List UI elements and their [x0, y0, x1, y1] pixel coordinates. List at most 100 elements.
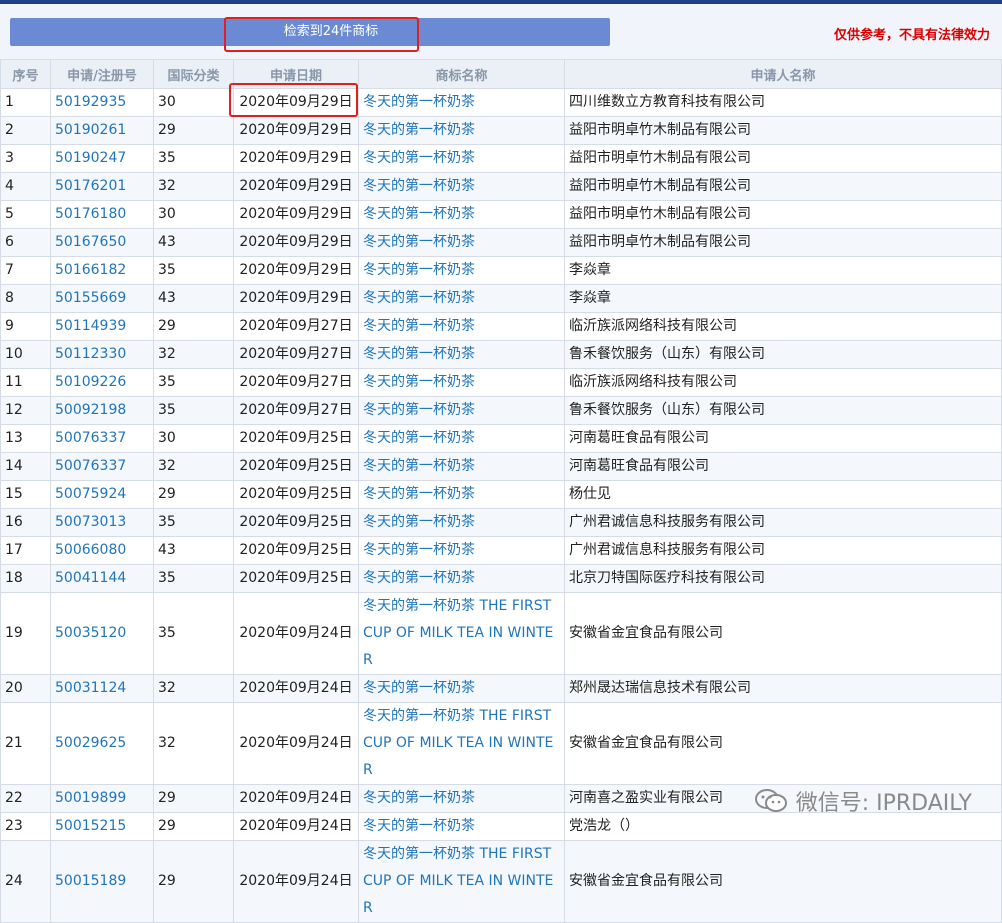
- cell-mark-link[interactable]: 冬天的第一杯奶茶: [358, 368, 565, 397]
- cell-class: 35: [153, 592, 234, 675]
- cell-no: 5: [0, 200, 51, 229]
- cell-no: 13: [0, 424, 51, 453]
- cell-reg-no-link[interactable]: 50176180: [50, 200, 154, 229]
- cell-no: 10: [0, 340, 51, 369]
- cell-reg-no-link[interactable]: 50019899: [50, 784, 154, 813]
- cell-mark-link[interactable]: 冬天的第一杯奶茶: [358, 116, 565, 145]
- cell-reg-no-link[interactable]: 50167650: [50, 228, 154, 257]
- table-row: 11 50109226 35 2020年09月27日 冬天的第一杯奶茶 临沂族派网络科技有…: [0, 368, 1002, 397]
- cell-date: 2020年09月25日: [233, 480, 359, 509]
- table-row: 12 50092198 35 2020年09月27日 冬天的第一杯奶茶 鲁禾餐饮服务（山东…: [0, 396, 1002, 425]
- wechat-icon: [754, 789, 787, 812]
- cell-mark-link[interactable]: 冬天的第一杯奶茶: [358, 284, 565, 313]
- cell-mark-link[interactable]: 冬天的第一杯奶茶: [358, 340, 565, 369]
- cell-mark-link[interactable]: 冬天的第一杯奶茶 THE FIRST CUP OF MILK TEA IN WI…: [358, 592, 565, 675]
- cell-class: 29: [153, 784, 234, 813]
- cell-applicant: 广州君诚信息科技服务有限公司: [564, 508, 1002, 537]
- cell-mark-link[interactable]: 冬天的第一杯奶茶: [358, 508, 565, 537]
- cell-reg-no-link[interactable]: 50066080: [50, 536, 154, 565]
- cell-no: 14: [0, 452, 51, 481]
- cell-reg-no-link[interactable]: 50109226: [50, 368, 154, 397]
- cell-class: 35: [153, 396, 234, 425]
- cell-date: 2020年09月24日: [233, 592, 359, 675]
- cell-reg-no-link[interactable]: 50155669: [50, 284, 154, 313]
- table-row: 3 50190247 35 2020年09月29日 冬天的第一杯奶茶 益阳市明卓竹木制品有…: [0, 144, 1002, 173]
- cell-reg-no-link[interactable]: 50076337: [50, 424, 154, 453]
- cell-mark-link[interactable]: 冬天的第一杯奶茶 THE FIRST CUP OF MILK TEA IN WI…: [358, 702, 565, 785]
- cell-reg-no-link[interactable]: 50114939: [50, 312, 154, 341]
- cell-reg-no-link[interactable]: 50041144: [50, 564, 154, 593]
- cell-applicant: 益阳市明卓竹木制品有限公司: [564, 144, 1002, 173]
- cell-date: 2020年09月25日: [233, 564, 359, 593]
- col-header-class: 国际分类: [153, 59, 234, 89]
- cell-applicant: 鲁禾餐饮服务（山东）有限公司: [564, 396, 1002, 425]
- cell-class: 32: [153, 674, 234, 703]
- table-row: 15 50075924 29 2020年09月25日 冬天的第一杯奶茶 杨仕见: [0, 480, 1002, 509]
- cell-mark-link[interactable]: 冬天的第一杯奶茶: [358, 144, 565, 173]
- table-header-row: 序号 申请/注册号 国际分类 申请日期 商标名称 申请人名称: [0, 59, 1002, 89]
- col-header-applicant: 申请人名称: [564, 59, 1002, 89]
- cell-no: 12: [0, 396, 51, 425]
- cell-mark-link[interactable]: 冬天的第一杯奶茶: [358, 396, 565, 425]
- cell-mark-link[interactable]: 冬天的第一杯奶茶: [358, 424, 565, 453]
- search-result-banner: 检索到24件商标: [10, 18, 610, 46]
- cell-reg-no-link[interactable]: 50176201: [50, 172, 154, 201]
- cell-mark-link[interactable]: 冬天的第一杯奶茶: [358, 452, 565, 481]
- cell-class: 32: [153, 172, 234, 201]
- cell-class: 30: [153, 424, 234, 453]
- cell-class: 32: [153, 452, 234, 481]
- table-row: 21 50029625 32 2020年09月24日 冬天的第一杯奶茶 THE FIRS…: [0, 702, 1002, 785]
- cell-reg-no-link[interactable]: 50092198: [50, 396, 154, 425]
- cell-class: 43: [153, 536, 234, 565]
- cell-reg-no-link[interactable]: 50031124: [50, 674, 154, 703]
- cell-reg-no-link[interactable]: 50166182: [50, 256, 154, 285]
- table-row: 7 50166182 35 2020年09月29日 冬天的第一杯奶茶 李焱章: [0, 256, 1002, 285]
- cell-mark-link[interactable]: 冬天的第一杯奶茶: [358, 200, 565, 229]
- cell-date: 2020年09月25日: [233, 508, 359, 537]
- cell-applicant: 杨仕见: [564, 480, 1002, 509]
- cell-reg-no-link[interactable]: 50015215: [50, 812, 154, 841]
- cell-mark-link[interactable]: 冬天的第一杯奶茶: [358, 674, 565, 703]
- cell-reg-no-link[interactable]: 50029625: [50, 702, 154, 785]
- cell-mark-link[interactable]: 冬天的第一杯奶茶: [358, 480, 565, 509]
- cell-no: 22: [0, 784, 51, 813]
- table-row: 10 50112330 32 2020年09月27日 冬天的第一杯奶茶 鲁禾餐饮服务（山东…: [0, 340, 1002, 369]
- cell-class: 32: [153, 702, 234, 785]
- cell-reg-no-link[interactable]: 50076337: [50, 452, 154, 481]
- table-row: 6 50167650 43 2020年09月29日 冬天的第一杯奶茶 益阳市明卓竹木制品有…: [0, 228, 1002, 257]
- cell-reg-no-link[interactable]: 50073013: [50, 508, 154, 537]
- cell-mark-link[interactable]: 冬天的第一杯奶茶: [358, 812, 565, 841]
- cell-reg-no-link[interactable]: 50192935: [50, 88, 154, 117]
- cell-mark-link[interactable]: 冬天的第一杯奶茶: [358, 88, 565, 117]
- cell-mark-link[interactable]: 冬天的第一杯奶茶: [358, 312, 565, 341]
- cell-reg-no-link[interactable]: 50190261: [50, 116, 154, 145]
- cell-applicant: 李焱章: [564, 284, 1002, 313]
- cell-mark-link[interactable]: 冬天的第一杯奶茶: [358, 256, 565, 285]
- cell-mark-link[interactable]: 冬天的第一杯奶茶: [358, 564, 565, 593]
- cell-mark-link[interactable]: 冬天的第一杯奶茶 THE FIRST CUP OF MILK TEA IN WI…: [358, 840, 565, 923]
- cell-reg-no-link[interactable]: 50190247: [50, 144, 154, 173]
- cell-applicant: 益阳市明卓竹木制品有限公司: [564, 116, 1002, 145]
- cell-no: 24: [0, 840, 51, 923]
- cell-no: 6: [0, 228, 51, 257]
- cell-class: 29: [153, 312, 234, 341]
- watermark-text: 微信号: IPRDAILY: [795, 791, 972, 816]
- cell-date: 2020年09月29日: [233, 228, 359, 257]
- cell-applicant: 广州君诚信息科技服务有限公司: [564, 536, 1002, 565]
- cell-mark-link[interactable]: 冬天的第一杯奶茶: [358, 784, 565, 813]
- cell-class: 35: [153, 256, 234, 285]
- cell-mark-link[interactable]: 冬天的第一杯奶茶: [358, 536, 565, 565]
- cell-reg-no-link[interactable]: 50015189: [50, 840, 154, 923]
- cell-mark-link[interactable]: 冬天的第一杯奶茶: [358, 172, 565, 201]
- cell-reg-no-link[interactable]: 50112330: [50, 340, 154, 369]
- cell-applicant: 安徽省金宜食品有限公司: [564, 702, 1002, 785]
- cell-date: 2020年09月25日: [233, 536, 359, 565]
- cell-class: 30: [153, 88, 234, 117]
- cell-mark-link[interactable]: 冬天的第一杯奶茶: [358, 228, 565, 257]
- cell-applicant: 河南葛旺食品有限公司: [564, 424, 1002, 453]
- cell-reg-no-link[interactable]: 50035120: [50, 592, 154, 675]
- cell-applicant: 益阳市明卓竹木制品有限公司: [564, 228, 1002, 257]
- cell-reg-no-link[interactable]: 50075924: [50, 480, 154, 509]
- cell-class: 35: [153, 368, 234, 397]
- cell-applicant: 安徽省金宜食品有限公司: [564, 592, 1002, 675]
